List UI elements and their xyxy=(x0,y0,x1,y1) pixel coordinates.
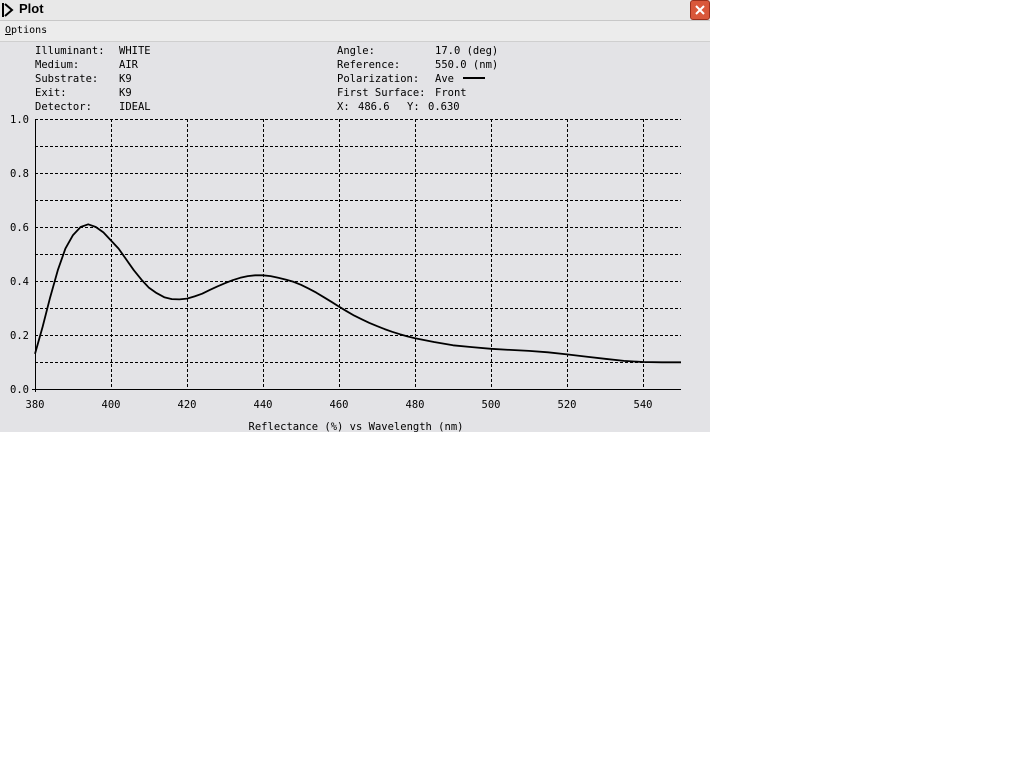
y-tick-label: 0.0 xyxy=(10,384,29,396)
y-tick-label: 0.6 xyxy=(10,222,29,234)
x-tick-label: 540 xyxy=(634,399,653,411)
y-tick-label: 0.8 xyxy=(10,168,29,180)
x-tick-label: 440 xyxy=(254,399,273,411)
x-tick-label: 480 xyxy=(406,399,425,411)
x-tick-label: 460 xyxy=(330,399,349,411)
x-tick-label: 500 xyxy=(482,399,501,411)
x-tick-label: 520 xyxy=(558,399,577,411)
x-axis-title: Reflectance (%) vs Wavelength (nm) xyxy=(249,421,464,432)
y-tick-label: 0.2 xyxy=(10,330,29,342)
plot-window: Plot Options Illuminant: WHITE Medium: A… xyxy=(0,0,710,432)
y-tick-label: 1.0 xyxy=(10,114,29,126)
y-tick-label: 0.4 xyxy=(10,276,29,288)
x-tick-label: 420 xyxy=(178,399,197,411)
x-tick-label: 400 xyxy=(102,399,121,411)
reflectance-curve xyxy=(34,223,681,364)
x-tick-label: 380 xyxy=(26,399,45,411)
reflectance-chart[interactable]: 0.0 0.2 0.4 0.6 0.8 1.0 380 400 420 440 460 480 500 5… xyxy=(0,0,710,432)
